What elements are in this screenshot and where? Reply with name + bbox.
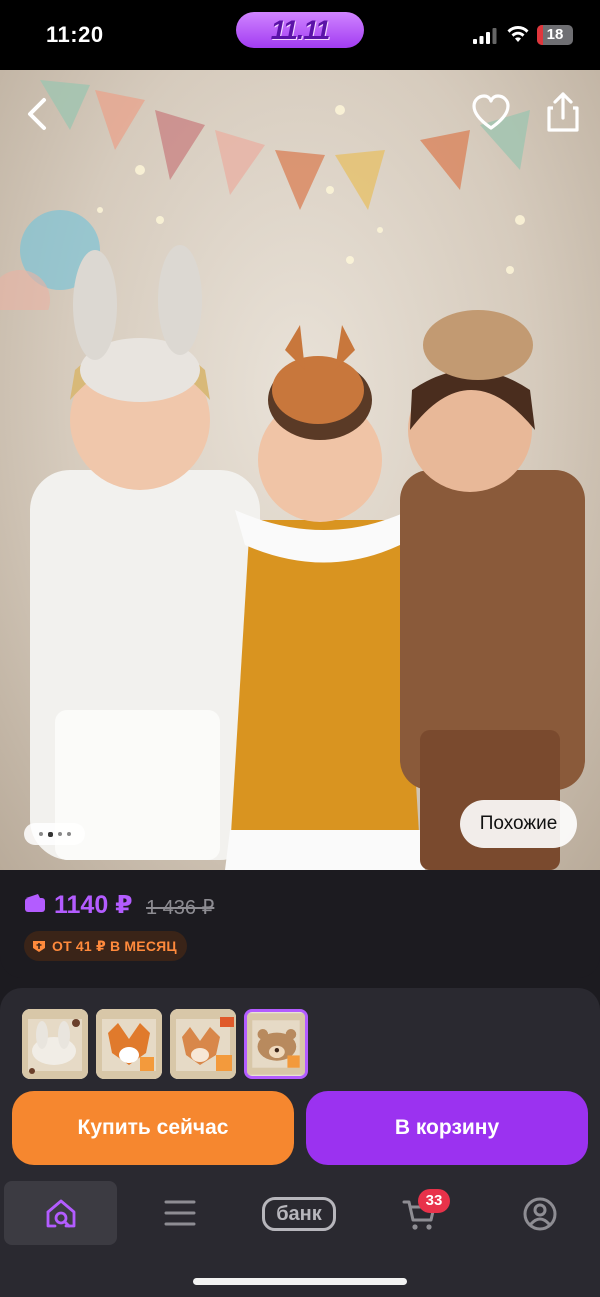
gallery-pager [24, 823, 85, 845]
home-search-icon [46, 1199, 76, 1228]
cart-count-badge: 33 [418, 1189, 450, 1213]
home-indicator [193, 1278, 407, 1285]
installment-badge[interactable]: ОТ 41 ₽ В МЕСЯЦ [24, 931, 187, 961]
buy-now-button[interactable]: Купить сейчас [12, 1091, 294, 1165]
heart-icon[interactable] [470, 92, 512, 134]
wallet-icon [25, 894, 45, 912]
battery-indicator: 18 [537, 25, 573, 45]
wifi-icon [507, 26, 529, 42]
pager-dot [38, 832, 43, 836]
pager-dot [57, 832, 62, 836]
old-price: 1 436 ₽ [146, 897, 215, 919]
add-to-cart-button[interactable]: В корзину [306, 1091, 588, 1165]
variant-thumbnail[interactable] [96, 1009, 162, 1079]
tab-bank[interactable]: банк [262, 1197, 336, 1231]
pager-dot [66, 832, 71, 836]
installment-icon [33, 941, 45, 952]
installment-text: ОТ 41 ₽ В МЕСЯЦ [52, 937, 177, 954]
signal-icon [473, 28, 497, 44]
children-illustration [30, 245, 585, 870]
profile-icon[interactable] [522, 1196, 558, 1232]
similar-button[interactable]: Похожие [460, 800, 577, 848]
variant-thumbnail-selected[interactable] [244, 1009, 308, 1079]
status-time: 11:20 [46, 22, 104, 47]
battery-level: 18 [546, 26, 564, 43]
menu-icon[interactable] [163, 1198, 197, 1228]
variant-thumbnail[interactable] [22, 1009, 88, 1079]
share-icon[interactable] [544, 90, 582, 134]
status-bar: 11:20 11.11 18 [0, 0, 600, 70]
tab-home[interactable] [4, 1181, 117, 1245]
current-price: 1140 ₽ [54, 891, 133, 919]
variant-thumbnails [22, 1009, 308, 1079]
back-icon[interactable] [18, 92, 58, 136]
variant-thumbnail[interactable] [170, 1009, 236, 1079]
product-image[interactable]: Похожие [0, 70, 600, 870]
promo-badge[interactable]: 11.11 [236, 12, 364, 48]
pager-dot-active [47, 831, 53, 837]
price-card [0, 870, 600, 978]
